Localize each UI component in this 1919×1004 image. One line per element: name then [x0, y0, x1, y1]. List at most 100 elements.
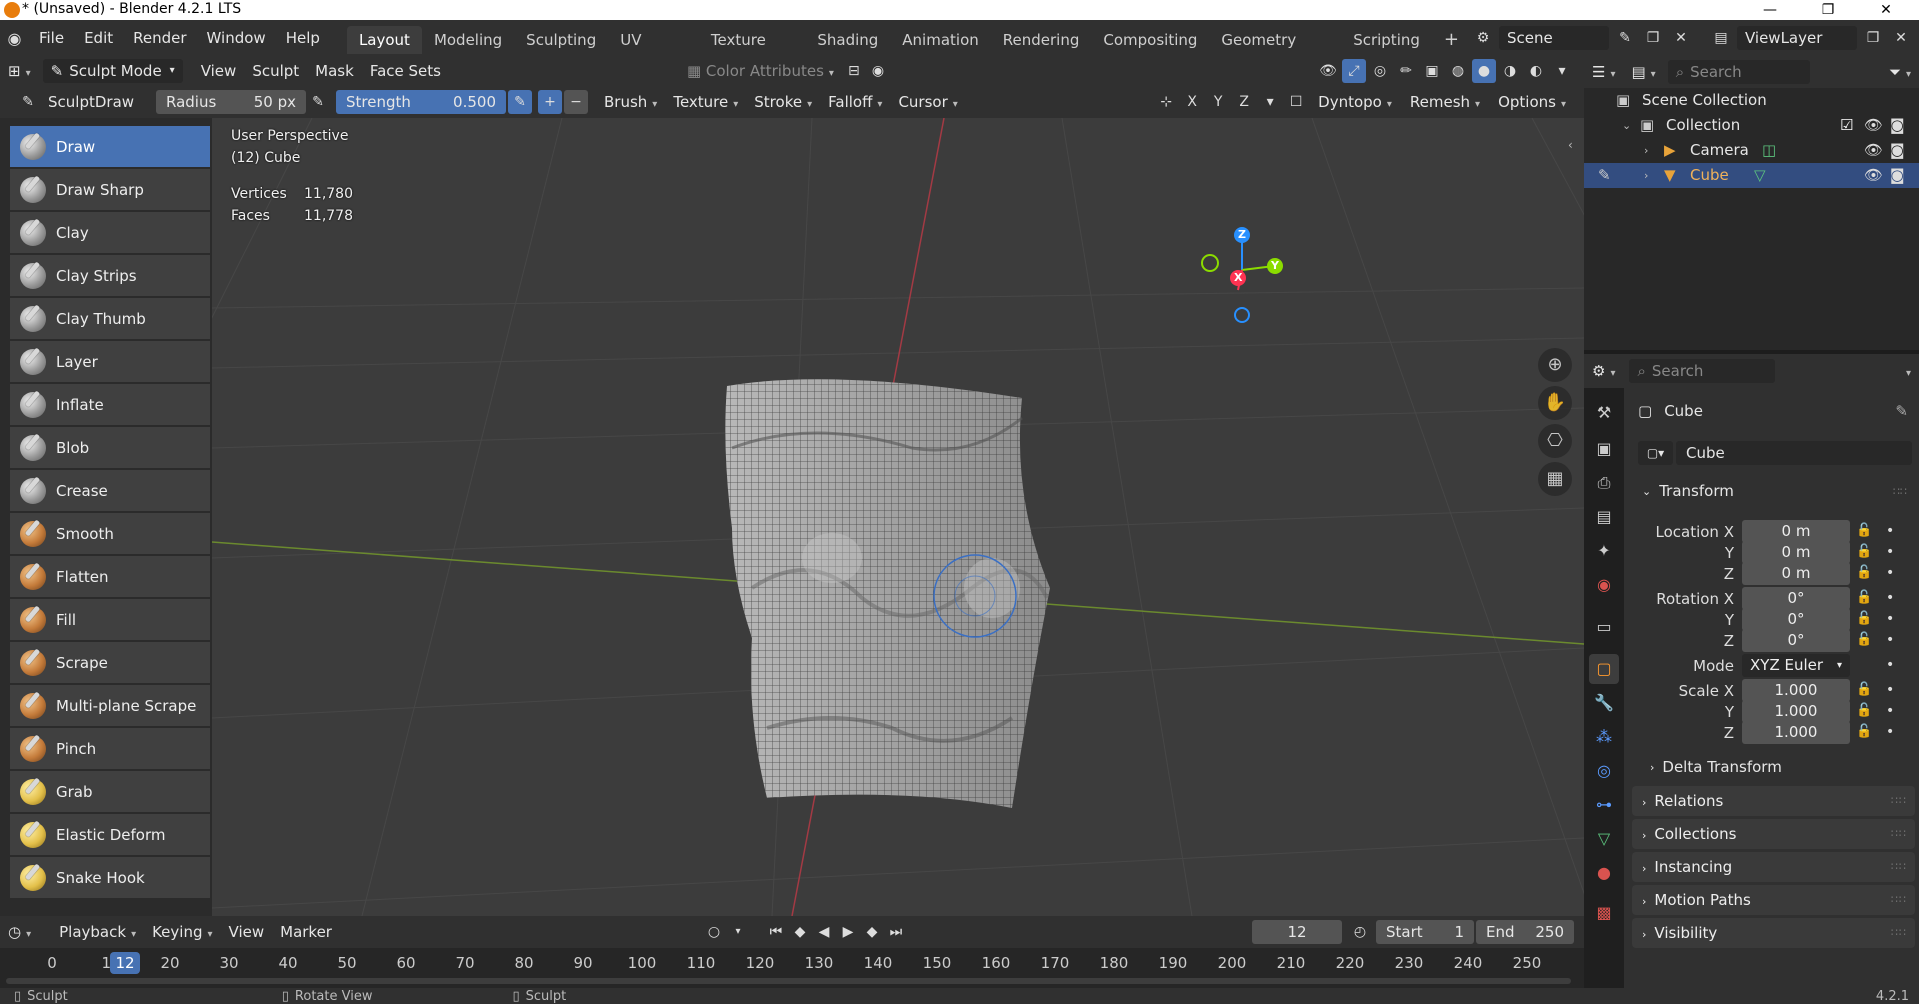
data-tab-icon[interactable]: ▽	[1589, 824, 1619, 854]
prev-keyframe-icon[interactable]: ◆	[788, 920, 812, 944]
radius-pressure-icon[interactable]: ✎	[306, 90, 330, 114]
current-frame-field[interactable]: 12	[1252, 920, 1342, 944]
wireframe-shading-icon[interactable]: ◍	[1446, 59, 1470, 83]
options-menu[interactable]: Options ▾	[1490, 90, 1574, 114]
symmetry-y-toggle[interactable]: Y	[1206, 90, 1230, 114]
tool-clay[interactable]: Clay	[10, 212, 210, 253]
transform-pivot-icon[interactable]: ⊟	[842, 59, 866, 83]
remesh-menu[interactable]: Remesh ▾	[1402, 90, 1488, 114]
tab-sculpting[interactable]: Sculpting	[514, 26, 608, 54]
collection-checkbox-icon[interactable]: ☑	[1840, 113, 1853, 138]
outliner-search-input[interactable]: ⌕ Search	[1667, 60, 1810, 84]
tab-texture-paint[interactable]: Texture Paint	[699, 26, 805, 77]
camera-render-icon[interactable]: ◙	[1890, 163, 1905, 188]
minimize-button[interactable]: —	[1750, 0, 1790, 20]
menu-window[interactable]: Window	[197, 20, 276, 56]
scene-tab-icon[interactable]: ✦	[1589, 536, 1619, 566]
tab-modeling[interactable]: Modeling	[422, 26, 514, 54]
menu-face-sets[interactable]: Face Sets	[362, 59, 449, 83]
tool-crease[interactable]: Crease	[10, 470, 210, 511]
texture-tab-icon[interactable]: ▩	[1589, 898, 1619, 928]
lock-icon[interactable]: 🔓	[1856, 523, 1872, 538]
end-frame-field[interactable]: End 250	[1476, 920, 1574, 944]
solid-shading-icon[interactable]: ●	[1472, 59, 1496, 83]
collapse-chevron-icon[interactable]: ⌄	[1622, 113, 1631, 138]
outliner-item-cube[interactable]: ✎ › ▼ Cube ▽ 👁 ◙	[1584, 163, 1919, 188]
lock-icon[interactable]: 🔓	[1856, 724, 1872, 739]
playhead[interactable]: 12	[110, 952, 140, 974]
keying-menu[interactable]: Keying ▾	[144, 920, 220, 944]
camera-render-icon[interactable]: ◙	[1890, 138, 1905, 163]
symmetry-x-toggle[interactable]: X	[1180, 90, 1204, 114]
output-tab-icon[interactable]: ⎙	[1589, 468, 1619, 498]
tool-scrape[interactable]: Scrape	[10, 642, 210, 683]
gizmo-x-label[interactable]: X	[1234, 271, 1242, 284]
start-frame-field[interactable]: Start 1	[1376, 920, 1474, 944]
tab-uv-editing[interactable]: UV Editing	[608, 26, 699, 77]
playback-menu[interactable]: Playback ▾	[51, 920, 144, 944]
3d-viewport[interactable]: User Perspective (12) Cube Vertices 11,7…	[212, 118, 1584, 916]
direction-subtract-button[interactable]: −	[564, 90, 588, 114]
menu-file[interactable]: File	[29, 20, 74, 56]
tool-clay-thumb[interactable]: Clay Thumb	[10, 298, 210, 339]
tool-smooth[interactable]: Smooth	[10, 513, 210, 554]
rotation-z-field[interactable]: 0°	[1742, 629, 1850, 652]
delete-scene-icon[interactable]: ✕	[1669, 26, 1693, 50]
rotation-x-field[interactable]: 0°	[1742, 587, 1850, 610]
falloff-menu[interactable]: Falloff ▾	[820, 90, 890, 114]
mode-selector[interactable]: ✎ Sculpt Mode ▾	[42, 59, 183, 83]
jump-end-icon[interactable]: ⏭	[884, 920, 908, 944]
keyframe-dot-icon[interactable]: •	[1886, 682, 1894, 698]
view-layer-tab-icon[interactable]: ▤	[1589, 502, 1619, 532]
eye-icon[interactable]: 👁	[1864, 163, 1883, 188]
editor-type-icon[interactable]: ⊞ ▾	[0, 59, 39, 83]
auto-keying-icon[interactable]: ○	[702, 920, 726, 944]
radius-field[interactable]: Radius 50 px	[156, 90, 306, 114]
tool-inflate[interactable]: Inflate	[10, 384, 210, 425]
new-scene-icon[interactable]: ❐	[1641, 26, 1665, 50]
tab-scripting[interactable]: Scripting	[1341, 26, 1432, 54]
outliner-collection[interactable]: ⌄ ▣ Collection ☑ 👁 ◙	[1584, 113, 1919, 138]
symmetry-z-toggle[interactable]: Z	[1232, 90, 1256, 114]
outliner-scene-collection[interactable]: ▣ Scene Collection	[1584, 88, 1919, 113]
edit-mode-icon[interactable]: ✎	[1598, 163, 1611, 188]
rotation-y-field[interactable]: 0°	[1742, 608, 1850, 631]
visibility-panel[interactable]: › Visibility ∷∷	[1632, 918, 1915, 948]
jump-start-icon[interactable]: ⏮	[764, 920, 788, 944]
tool-blob[interactable]: Blob	[10, 427, 210, 468]
timeline-view-menu[interactable]: View	[221, 920, 273, 944]
outliner-filter-icon[interactable]: ⏷ ▾	[1881, 60, 1919, 84]
expand-chevron-icon[interactable]: ›	[1644, 163, 1648, 188]
tool-pinch[interactable]: Pinch	[10, 728, 210, 769]
properties-editor-type-icon[interactable]: ⚙ ▾	[1584, 359, 1623, 383]
keyframe-dot-icon[interactable]: •	[1886, 657, 1894, 673]
pin-icon[interactable]: ✎	[1895, 402, 1908, 420]
maximize-button[interactable]: ❐	[1808, 0, 1848, 20]
collections-panel[interactable]: › Collections ∷∷	[1632, 819, 1915, 849]
properties-options-icon[interactable]: ▾	[1893, 359, 1919, 383]
add-workspace-icon[interactable]: +	[1432, 26, 1471, 54]
lock-icon[interactable]: 🔓	[1856, 632, 1872, 647]
object-datablock-icon[interactable]: ▢▾	[1638, 441, 1673, 465]
view-layer-icon[interactable]: ▤	[1709, 26, 1733, 50]
physics-tab-icon[interactable]: ◎	[1589, 756, 1619, 786]
keyframe-dot-icon[interactable]: •	[1886, 611, 1894, 627]
scale-x-field[interactable]: 1.000	[1742, 679, 1850, 702]
eye-icon[interactable]: 👁	[1864, 113, 1883, 138]
transform-panel-header[interactable]: ⌄ Transform ∷∷	[1632, 477, 1915, 505]
lock-icon[interactable]: 🔓	[1856, 565, 1872, 580]
view-layer-selector[interactable]: ViewLayer	[1736, 26, 1857, 50]
timeline-editor-type-icon[interactable]: ◷ ▾	[0, 920, 39, 944]
tool-elastic-deform[interactable]: Elastic Deform	[10, 814, 210, 855]
collection-tab-icon[interactable]: ▭	[1589, 612, 1619, 642]
tool-layer[interactable]: Layer	[10, 341, 210, 382]
object-name-field[interactable]: Cube	[1676, 441, 1912, 465]
keyframe-dot-icon[interactable]: •	[1886, 632, 1894, 648]
brush-menu[interactable]: Brush ▾	[596, 90, 665, 114]
motion-paths-panel[interactable]: › Motion Paths ∷∷	[1632, 885, 1915, 915]
eye-icon[interactable]: 👁	[1864, 138, 1883, 163]
properties-search-input[interactable]: ⌕ Search	[1629, 359, 1776, 383]
xray-icon[interactable]: ▣	[1420, 59, 1444, 83]
next-keyframe-icon[interactable]: ◆	[860, 920, 884, 944]
rendered-shading-icon[interactable]: ◐	[1524, 59, 1548, 83]
